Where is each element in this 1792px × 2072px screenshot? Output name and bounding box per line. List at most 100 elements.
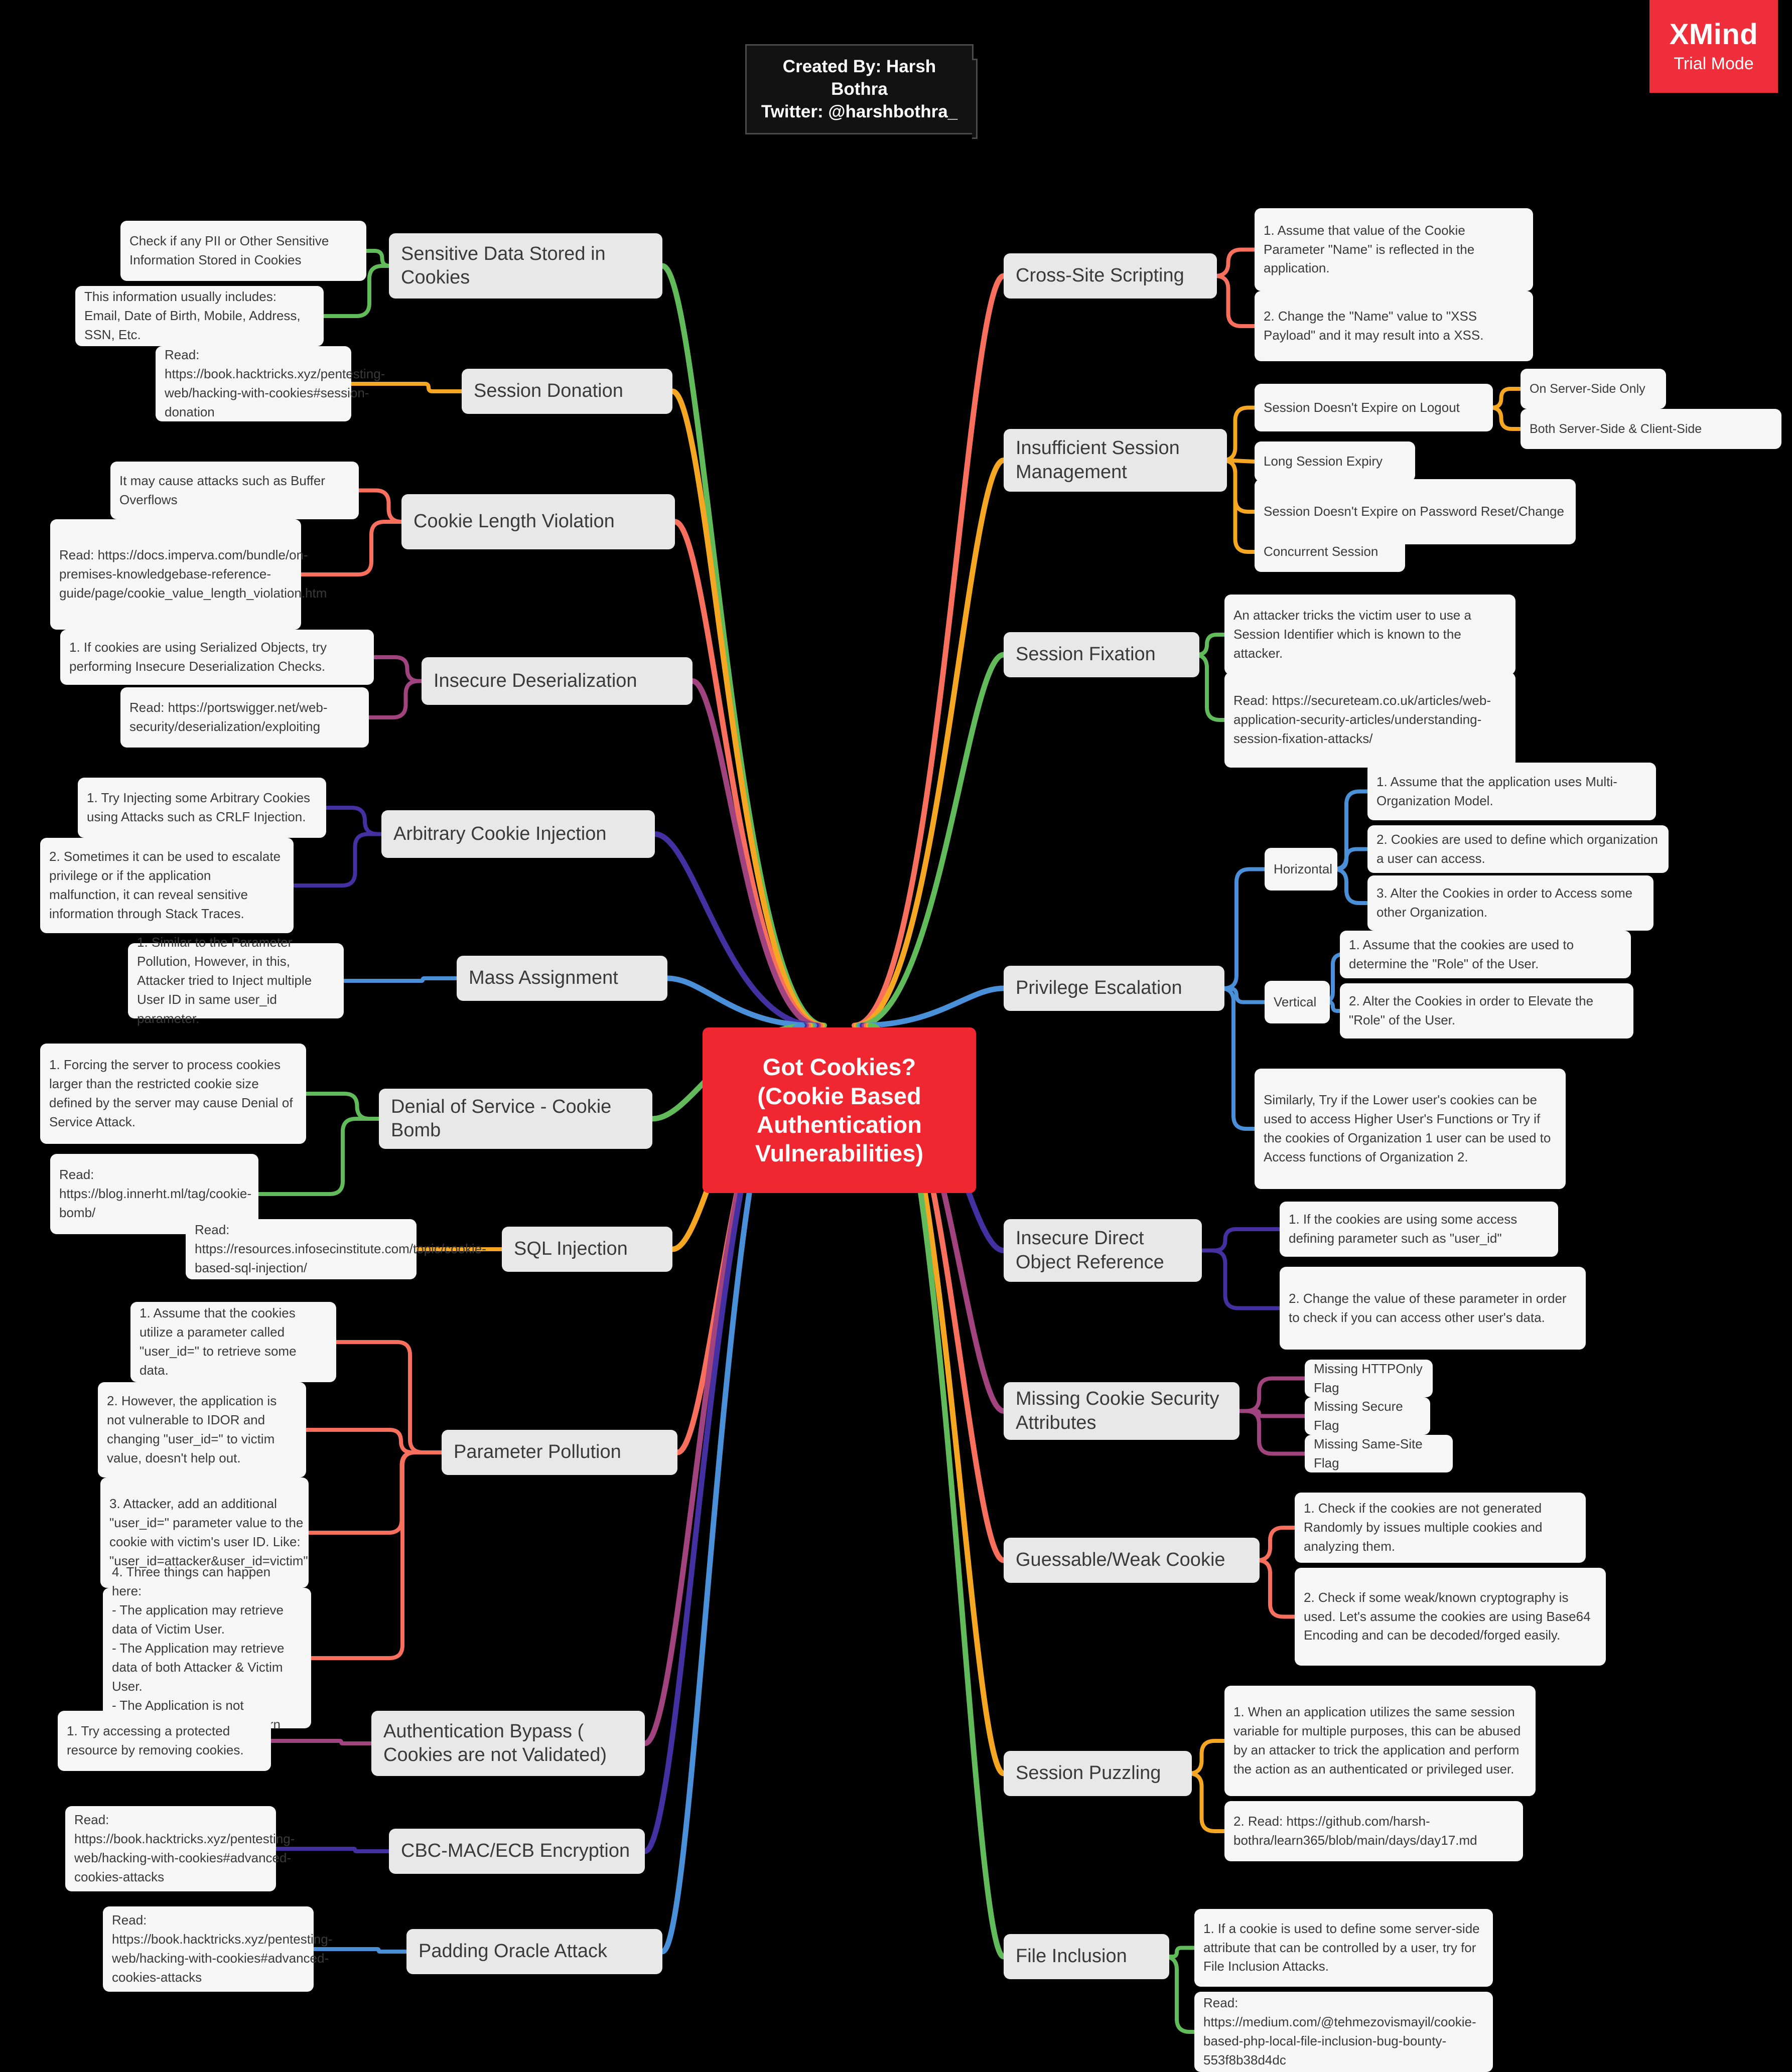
left-sub-2-1[interactable]: Read: https://docs.imperva.com/bundle/on… xyxy=(50,519,327,630)
left-topic-8[interactable]: Parameter Pollution xyxy=(442,1430,677,1475)
left-sub-0-1[interactable]: This information usually includes: Email… xyxy=(75,286,324,346)
right-grandsub-1-0[interactable]: On Server-Side Only xyxy=(1521,369,1666,409)
right-horizontal-3-2-label: 3. Alter the Cookies in order to Access … xyxy=(1376,885,1633,920)
right-sub-0-0[interactable]: 1. Assume that value of the Cookie Param… xyxy=(1255,208,1533,291)
left-topic-4[interactable]: Arbitrary Cookie Injection xyxy=(381,810,655,858)
left-sub-1-0[interactable]: Read: https://book.hacktricks.xyz/pentes… xyxy=(156,346,385,421)
right-topic-1[interactable]: Insufficient Session Management xyxy=(1004,429,1227,492)
right-topic-0-label: Cross-Site Scripting xyxy=(1016,265,1184,286)
left-topic-8-label: Parameter Pollution xyxy=(454,1441,621,1463)
left-sub-4-0[interactable]: 1. Try Injecting some Arbitrary Cookies … xyxy=(78,778,326,838)
right-sub-8-1-label: Read: https://medium.com/@tehmezovismayi… xyxy=(1203,1995,1476,2067)
right-horizontal-3-1-label: 2. Cookies are used to define which orga… xyxy=(1376,831,1658,866)
right-topic-4[interactable]: Insecure Direct Object Reference xyxy=(1004,1219,1202,1282)
left-sub-10-0-label: Read: https://book.hacktricks.xyz/pentes… xyxy=(74,1812,295,1884)
credit-line-1: Created By: Harsh Bothra xyxy=(782,57,936,99)
right-horizontal-3-2[interactable]: 3. Alter the Cookies in order to Access … xyxy=(1367,875,1653,931)
left-sub-6-0[interactable]: 1. Forcing the server to process cookies… xyxy=(40,1044,306,1144)
left-sub-8-3[interactable]: 4. Three things can happen here: - The a… xyxy=(103,1564,311,1751)
left-sub-1-0-label: Read: https://book.hacktricks.xyz/pentes… xyxy=(165,347,385,419)
left-sub-5-0[interactable]: 1. Similar to the Parameter Pollution, H… xyxy=(128,935,344,1026)
left-topic-5[interactable]: Mass Assignment xyxy=(457,956,667,1001)
right-sub-3-0[interactable]: Horizontal xyxy=(1265,848,1337,891)
right-sub-5-1[interactable]: Missing Secure Flag xyxy=(1305,1397,1430,1435)
right-sub-2-0-label: An attacker tricks the victim user to us… xyxy=(1233,608,1471,661)
right-sub-5-2[interactable]: Missing Same-Site Flag xyxy=(1305,1435,1453,1472)
right-sub-4-1-label: 2. Change the value of these parameter i… xyxy=(1289,1290,1567,1325)
right-sub-0-1[interactable]: 2. Change the "Name" value to "XSS Paylo… xyxy=(1255,291,1533,361)
right-horizontal-3-0[interactable]: 1. Assume that the application uses Mult… xyxy=(1367,763,1656,820)
left-sub-11-0[interactable]: Read: https://book.hacktricks.xyz/pentes… xyxy=(103,1906,332,1992)
left-sub-3-0[interactable]: 1. If cookies are using Serialized Objec… xyxy=(60,630,374,685)
left-sub-9-0[interactable]: 1. Try accessing a protected resource by… xyxy=(58,1711,271,1771)
left-topic-6[interactable]: Denial of Service - Cookie Bomb xyxy=(379,1089,652,1149)
left-topic-9-label: Authentication Bypass ( Cookies are not … xyxy=(383,1720,607,1766)
left-sub-8-1[interactable]: 2. However, the application is not vulne… xyxy=(98,1382,306,1477)
right-sub-5-0[interactable]: Missing HTTPOnly Flag xyxy=(1305,1360,1433,1397)
left-sub-5-0-label: 1. Similar to the Parameter Pollution, H… xyxy=(137,935,312,1026)
right-grandsub-1-1-label: Both Server-Side & Client-Side xyxy=(1530,421,1702,436)
xmind-brand-name: XMind xyxy=(1669,18,1758,51)
left-sub-8-0[interactable]: 1. Assume that the cookies utilize a par… xyxy=(130,1302,336,1382)
right-topic-5[interactable]: Missing Cookie Security Attributes xyxy=(1004,1382,1239,1440)
left-topic-10[interactable]: CBC-MAC/ECB Encryption xyxy=(389,1829,645,1874)
left-sub-10-0[interactable]: Read: https://book.hacktricks.xyz/pentes… xyxy=(65,1806,295,1891)
right-horizontal-3-1[interactable]: 2. Cookies are used to define which orga… xyxy=(1367,825,1669,873)
left-sub-8-2-label: 3. Attacker, add an additional "user_id=… xyxy=(109,1496,308,1568)
right-sub-4-0[interactable]: 1. If the cookies are using some access … xyxy=(1280,1202,1558,1257)
right-vertical-3-0-label: 1. Assume that the cookies are used to d… xyxy=(1349,937,1574,971)
right-sub-5-0-label: Missing HTTPOnly Flag xyxy=(1314,1361,1423,1395)
right-sub-1-3[interactable]: Concurrent Session xyxy=(1255,532,1405,572)
right-sub-3-1[interactable]: Vertical xyxy=(1265,981,1330,1023)
right-sub-7-0[interactable]: 1. When an application utilizes the same… xyxy=(1224,1686,1536,1796)
right-grandsub-1-1[interactable]: Both Server-Side & Client-Side xyxy=(1521,409,1781,449)
left-topic-11[interactable]: Padding Oracle Attack xyxy=(406,1929,662,1974)
left-sub-0-0-label: Check if any PII or Other Sensitive Info… xyxy=(129,233,329,267)
right-topic-6-label: Guessable/Weak Cookie xyxy=(1016,1549,1225,1571)
left-sub-2-0[interactable]: It may cause attacks such as Buffer Over… xyxy=(110,462,359,519)
right-topic-0[interactable]: Cross-Site Scripting xyxy=(1004,253,1217,299)
right-vertical-3-0[interactable]: 1. Assume that the cookies are used to d… xyxy=(1340,931,1631,978)
left-topic-9[interactable]: Authentication Bypass ( Cookies are not … xyxy=(371,1711,645,1776)
left-topic-7[interactable]: SQL Injection xyxy=(502,1227,672,1272)
right-topic-7[interactable]: Session Puzzling xyxy=(1004,1751,1192,1796)
right-topic-3[interactable]: Privilege Escalation xyxy=(1004,966,1224,1011)
right-sub-1-1[interactable]: Long Session Expiry xyxy=(1255,441,1415,482)
left-topic-2[interactable]: Cookie Length Violation xyxy=(401,494,675,549)
right-sub-1-0-label: Session Doesn't Expire on Logout xyxy=(1264,399,1460,415)
left-sub-3-1[interactable]: Read: https://portswigger.net/web-securi… xyxy=(120,687,369,748)
left-sub-9-0-label: 1. Try accessing a protected resource by… xyxy=(67,1723,244,1757)
left-sub-4-1[interactable]: 2. Sometimes it can be used to escalate … xyxy=(40,838,294,933)
right-sub-8-0[interactable]: 1. If a cookie is used to define some se… xyxy=(1194,1909,1493,1987)
right-horizontal-3-0-label: 1. Assume that the application uses Mult… xyxy=(1376,774,1617,808)
right-sub-3-2-label: Similarly, Try if the Lower user's cooki… xyxy=(1264,1092,1551,1164)
right-topic-8[interactable]: File Inclusion xyxy=(1004,1934,1169,1979)
left-topic-3[interactable]: Insecure Deserialization xyxy=(422,657,693,705)
root-node[interactable]: Got Cookies? (Cookie Based Authenticatio… xyxy=(703,1027,976,1193)
left-topic-1[interactable]: Session Donation xyxy=(462,369,672,414)
right-topic-2[interactable]: Session Fixation xyxy=(1004,632,1199,677)
right-sub-2-0[interactable]: An attacker tricks the victim user to us… xyxy=(1224,595,1515,675)
right-sub-4-1[interactable]: 2. Change the value of these parameter i… xyxy=(1280,1267,1586,1350)
right-sub-1-2-label: Session Doesn't Expire on Password Reset… xyxy=(1264,504,1564,519)
right-sub-8-1[interactable]: Read: https://medium.com/@tehmezovismayi… xyxy=(1194,1992,1493,2072)
left-sub-0-0[interactable]: Check if any PII or Other Sensitive Info… xyxy=(120,221,366,281)
right-sub-3-2[interactable]: Similarly, Try if the Lower user's cooki… xyxy=(1255,1069,1566,1189)
right-sub-6-1[interactable]: 2. Check if some weak/known cryptography… xyxy=(1295,1568,1606,1666)
right-sub-1-0[interactable]: Session Doesn't Expire on Logout xyxy=(1255,384,1493,431)
left-sub-6-1-label: Read: https://blog.innerht.ml/tag/cookie… xyxy=(59,1167,251,1220)
right-sub-2-1[interactable]: Read: https://secureteam.co.uk/articles/… xyxy=(1224,672,1515,768)
right-topic-6[interactable]: Guessable/Weak Cookie xyxy=(1004,1538,1260,1583)
right-topic-8-label: File Inclusion xyxy=(1016,1946,1127,1967)
left-sub-7-0[interactable]: Read: https://resources.infosecinstitute… xyxy=(186,1219,486,1279)
left-topic-7-label: SQL Injection xyxy=(514,1238,628,1260)
left-sub-2-1-label: Read: https://docs.imperva.com/bundle/on… xyxy=(59,547,327,601)
left-topic-2-label: Cookie Length Violation xyxy=(413,511,615,532)
left-topic-0[interactable]: Sensitive Data Stored in Cookies xyxy=(389,233,662,299)
right-sub-6-0[interactable]: 1. Check if the cookies are not generate… xyxy=(1295,1493,1586,1563)
right-vertical-3-1[interactable]: 2. Alter the Cookies in order to Elevate… xyxy=(1340,983,1633,1039)
right-sub-7-1[interactable]: 2. Read: https://github.com/harsh-bothra… xyxy=(1224,1801,1523,1861)
left-topic-1-label: Session Donation xyxy=(474,380,623,402)
right-sub-2-1-label: Read: https://secureteam.co.uk/articles/… xyxy=(1233,693,1491,746)
right-topic-1-label: Insufficient Session Management xyxy=(1016,437,1180,483)
